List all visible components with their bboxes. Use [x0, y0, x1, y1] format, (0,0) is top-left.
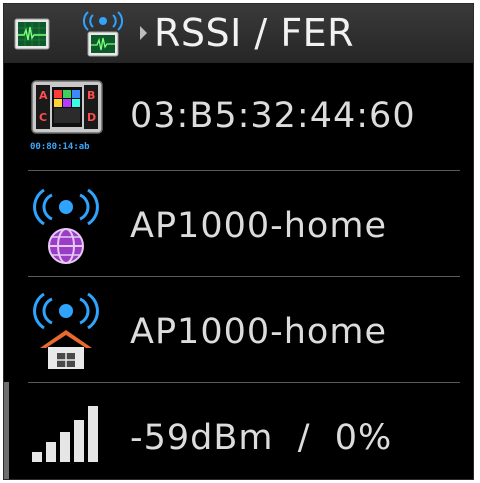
wireless-home-icon — [33, 292, 99, 369]
home-network-name: AP1000-home — [130, 312, 387, 352]
header-bar: RSSI / FER — [4, 4, 473, 63]
network-name: AP1000-home — [130, 206, 387, 246]
breadcrumb-arrow-icon — [140, 26, 147, 40]
screen: RSSI / FER A C B D 00:80:14:ab 03:B5:32:… — [0, 0, 480, 483]
svg-text:A: A — [39, 89, 48, 102]
svg-text:C: C — [39, 111, 47, 124]
device-id-label: 00:80:14:ab — [30, 142, 90, 152]
list-item-signal-strength[interactable]: -59dBm / 0% — [4, 382, 473, 479]
svg-text:D: D — [87, 111, 96, 124]
svg-text:B: B — [87, 89, 95, 102]
list-item-home-network[interactable]: AP1000-home — [4, 276, 473, 382]
network-waveform-icon[interactable] — [78, 8, 128, 58]
device-panel-icon: A C B D 00:80:14:ab — [30, 80, 103, 152]
signal-bars-icon — [32, 406, 98, 462]
list-item-device-address[interactable]: A C B D 00:80:14:ab 03:B5:32:44:60 — [4, 63, 473, 169]
monitor-waveform-icon[interactable] — [14, 18, 50, 50]
device-address: 03:B5:32:44:60 — [130, 96, 416, 136]
page-title: RSSI / FER — [154, 11, 355, 55]
device-display: RSSI / FER A C B D 00:80:14:ab 03:B5:32:… — [3, 3, 474, 480]
wireless-globe-icon — [33, 188, 99, 264]
list-item-network-name[interactable]: AP1000-home — [4, 170, 473, 276]
signal-readout: -59dBm / 0% — [130, 418, 393, 458]
